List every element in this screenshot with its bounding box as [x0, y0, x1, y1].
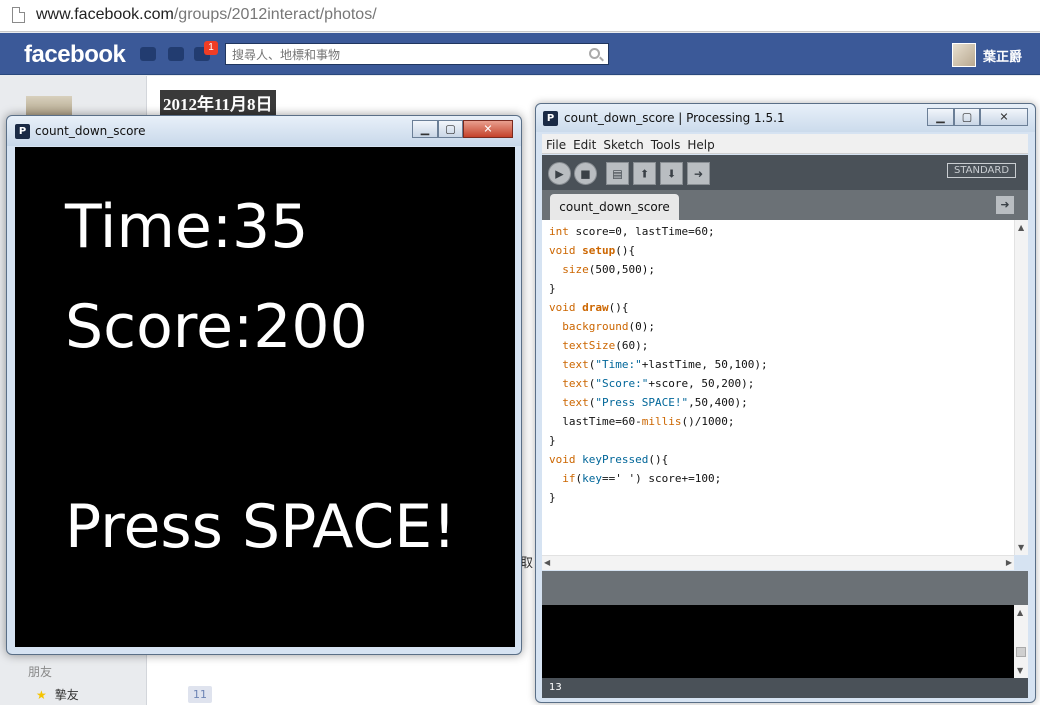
messages-icon[interactable]: [168, 47, 184, 61]
minimize-button[interactable]: ▁: [412, 120, 438, 138]
tab-menu-arrow-icon[interactable]: ➜: [996, 196, 1014, 214]
friends-item-label: 摯友: [54, 688, 79, 702]
maximize-icon: ▢: [961, 110, 973, 124]
menu-edit[interactable]: Edit: [569, 136, 599, 152]
avatar[interactable]: [952, 43, 976, 67]
console-scroll-thumb[interactable]: [1016, 647, 1026, 657]
code-line: text("Time:"+lastTime, 50,100);: [562, 358, 768, 371]
minimize-button[interactable]: ▁: [927, 108, 954, 126]
code-text[interactable]: int score=0, lastTime=60; void setup(){ s…: [549, 222, 768, 507]
maximize-button[interactable]: ▢: [438, 120, 463, 138]
close-button[interactable]: ✕: [980, 108, 1028, 126]
menu-file[interactable]: File: [542, 136, 569, 152]
code-line: void draw(){: [549, 301, 629, 314]
mode-selector[interactable]: STANDARD: [947, 163, 1017, 178]
username[interactable]: 葉正爵: [983, 46, 1022, 65]
editor-horizontal-scrollbar[interactable]: ◀ ▶: [542, 555, 1014, 570]
url-domain: www.facebook.com: [36, 6, 174, 23]
ide-menubar: File Edit Sketch Tools Help: [542, 134, 1028, 154]
date-heading: 2012年11月8日: [160, 90, 276, 115]
minimize-icon: ▁: [420, 122, 430, 136]
friends-list-item[interactable]: ★ 摯友: [36, 686, 79, 703]
minimize-icon: ▁: [936, 110, 945, 124]
processing-ide-window: P count_down_score | Processing 1.5.1 ▁ …: [535, 103, 1036, 703]
console-area[interactable]: ▲ ▼: [542, 605, 1028, 678]
save-button[interactable]: ⬇: [660, 162, 683, 185]
code-editor[interactable]: int score=0, lastTime=60; void setup(){ s…: [542, 220, 1028, 555]
console-scroll-down-icon[interactable]: ▼: [1017, 666, 1023, 675]
ide-window-title: count_down_score | Processing 1.5.1: [564, 111, 785, 125]
run-icon: ▶: [555, 167, 564, 180]
scroll-down-icon[interactable]: ▼: [1018, 543, 1024, 552]
scroll-left-icon[interactable]: ◀: [544, 558, 550, 567]
line-number-indicator: 13: [542, 678, 1028, 698]
code-line: int score=0, lastTime=60;: [549, 225, 715, 238]
page-icon: [12, 7, 25, 23]
code-line: background(0);: [562, 320, 655, 333]
stop-button[interactable]: ■: [574, 162, 597, 185]
export-icon: ➜: [693, 167, 704, 180]
facebook-header: facebook 1 葉正爵: [0, 33, 1040, 75]
maximize-icon: ▢: [445, 122, 456, 136]
time-text: Time:35: [65, 192, 309, 262]
code-line: }: [549, 282, 556, 295]
score-text: Score:200: [65, 292, 368, 362]
stop-icon: ■: [580, 167, 591, 180]
search-icon[interactable]: [589, 48, 600, 59]
ide-titlebar[interactable]: P count_down_score | Processing 1.5.1 ▁ …: [536, 104, 1035, 132]
console-scrollbar[interactable]: ▲ ▼: [1014, 605, 1028, 678]
code-line: lastTime=60-millis()/1000;: [549, 415, 735, 428]
ide-status-bar: [542, 571, 1028, 605]
search-input[interactable]: [226, 45, 566, 65]
code-line: void setup(){: [549, 244, 636, 257]
code-line: void keyPressed(){: [549, 453, 669, 466]
press-space-text: Press SPACE!: [65, 492, 457, 562]
new-icon: ▤: [612, 167, 623, 180]
scroll-up-icon[interactable]: ▲: [1018, 223, 1024, 232]
code-line: text("Score:"+score, 50,200);: [562, 377, 755, 390]
menu-sketch[interactable]: Sketch: [599, 136, 646, 152]
notification-badge: 1: [204, 41, 218, 55]
friends-count-badge: 11: [188, 686, 212, 703]
sketch-window-title: count_down_score: [35, 124, 146, 138]
browser-address-bar[interactable]: www.facebook.com/groups/2012interact/pho…: [0, 0, 1040, 32]
ide-toolbar: ▶ ■ ▤ ⬆ ⬇ ➜ STANDARD: [542, 155, 1028, 190]
open-icon: ⬆: [639, 167, 650, 180]
close-icon: ✕: [483, 122, 493, 136]
open-button[interactable]: ⬆: [633, 162, 656, 185]
star-icon: ★: [36, 688, 47, 702]
sketch-output-window: P count_down_score ▁ ▢ ✕ Time:35 Score:2…: [6, 115, 522, 655]
menu-help[interactable]: Help: [683, 136, 717, 152]
processing-icon: P: [15, 124, 30, 139]
url-path: /groups/2012interact/photos/: [173, 6, 377, 23]
search-box[interactable]: [225, 43, 609, 65]
export-button[interactable]: ➜: [687, 162, 710, 185]
maximize-button[interactable]: ▢: [954, 108, 980, 126]
sketch-canvas[interactable]: Time:35 Score:200 Press SPACE!: [15, 147, 515, 647]
close-icon: ✕: [999, 110, 1009, 124]
menu-tools[interactable]: Tools: [647, 136, 684, 152]
facebook-logo[interactable]: facebook: [24, 41, 126, 69]
code-line: }: [549, 434, 556, 447]
editor-vertical-scrollbar[interactable]: ▲ ▼: [1014, 220, 1028, 555]
code-line: text("Press SPACE!",50,400);: [562, 396, 748, 409]
tab-count-down-score[interactable]: count_down_score: [550, 194, 679, 220]
console-scroll-up-icon[interactable]: ▲: [1017, 608, 1023, 617]
friends-section-label: 朋友: [28, 665, 53, 679]
new-button[interactable]: ▤: [606, 162, 629, 185]
save-icon: ⬇: [666, 167, 677, 180]
run-button[interactable]: ▶: [548, 162, 571, 185]
scroll-right-icon[interactable]: ▶: [1006, 558, 1012, 567]
close-button[interactable]: ✕: [463, 120, 513, 138]
url-text[interactable]: www.facebook.com/groups/2012interact/pho…: [36, 6, 377, 24]
processing-icon: P: [543, 111, 558, 126]
ide-tabstrip: count_down_score ➜: [542, 190, 1028, 220]
code-line: size(500,500);: [562, 263, 655, 276]
friend-requests-icon[interactable]: [140, 47, 156, 61]
sketch-titlebar[interactable]: P count_down_score ▁ ▢ ✕: [7, 116, 521, 146]
code-line: if(key==' ') score+=100;: [562, 472, 722, 485]
code-line: }: [549, 491, 556, 504]
code-line: textSize(60);: [562, 339, 649, 352]
